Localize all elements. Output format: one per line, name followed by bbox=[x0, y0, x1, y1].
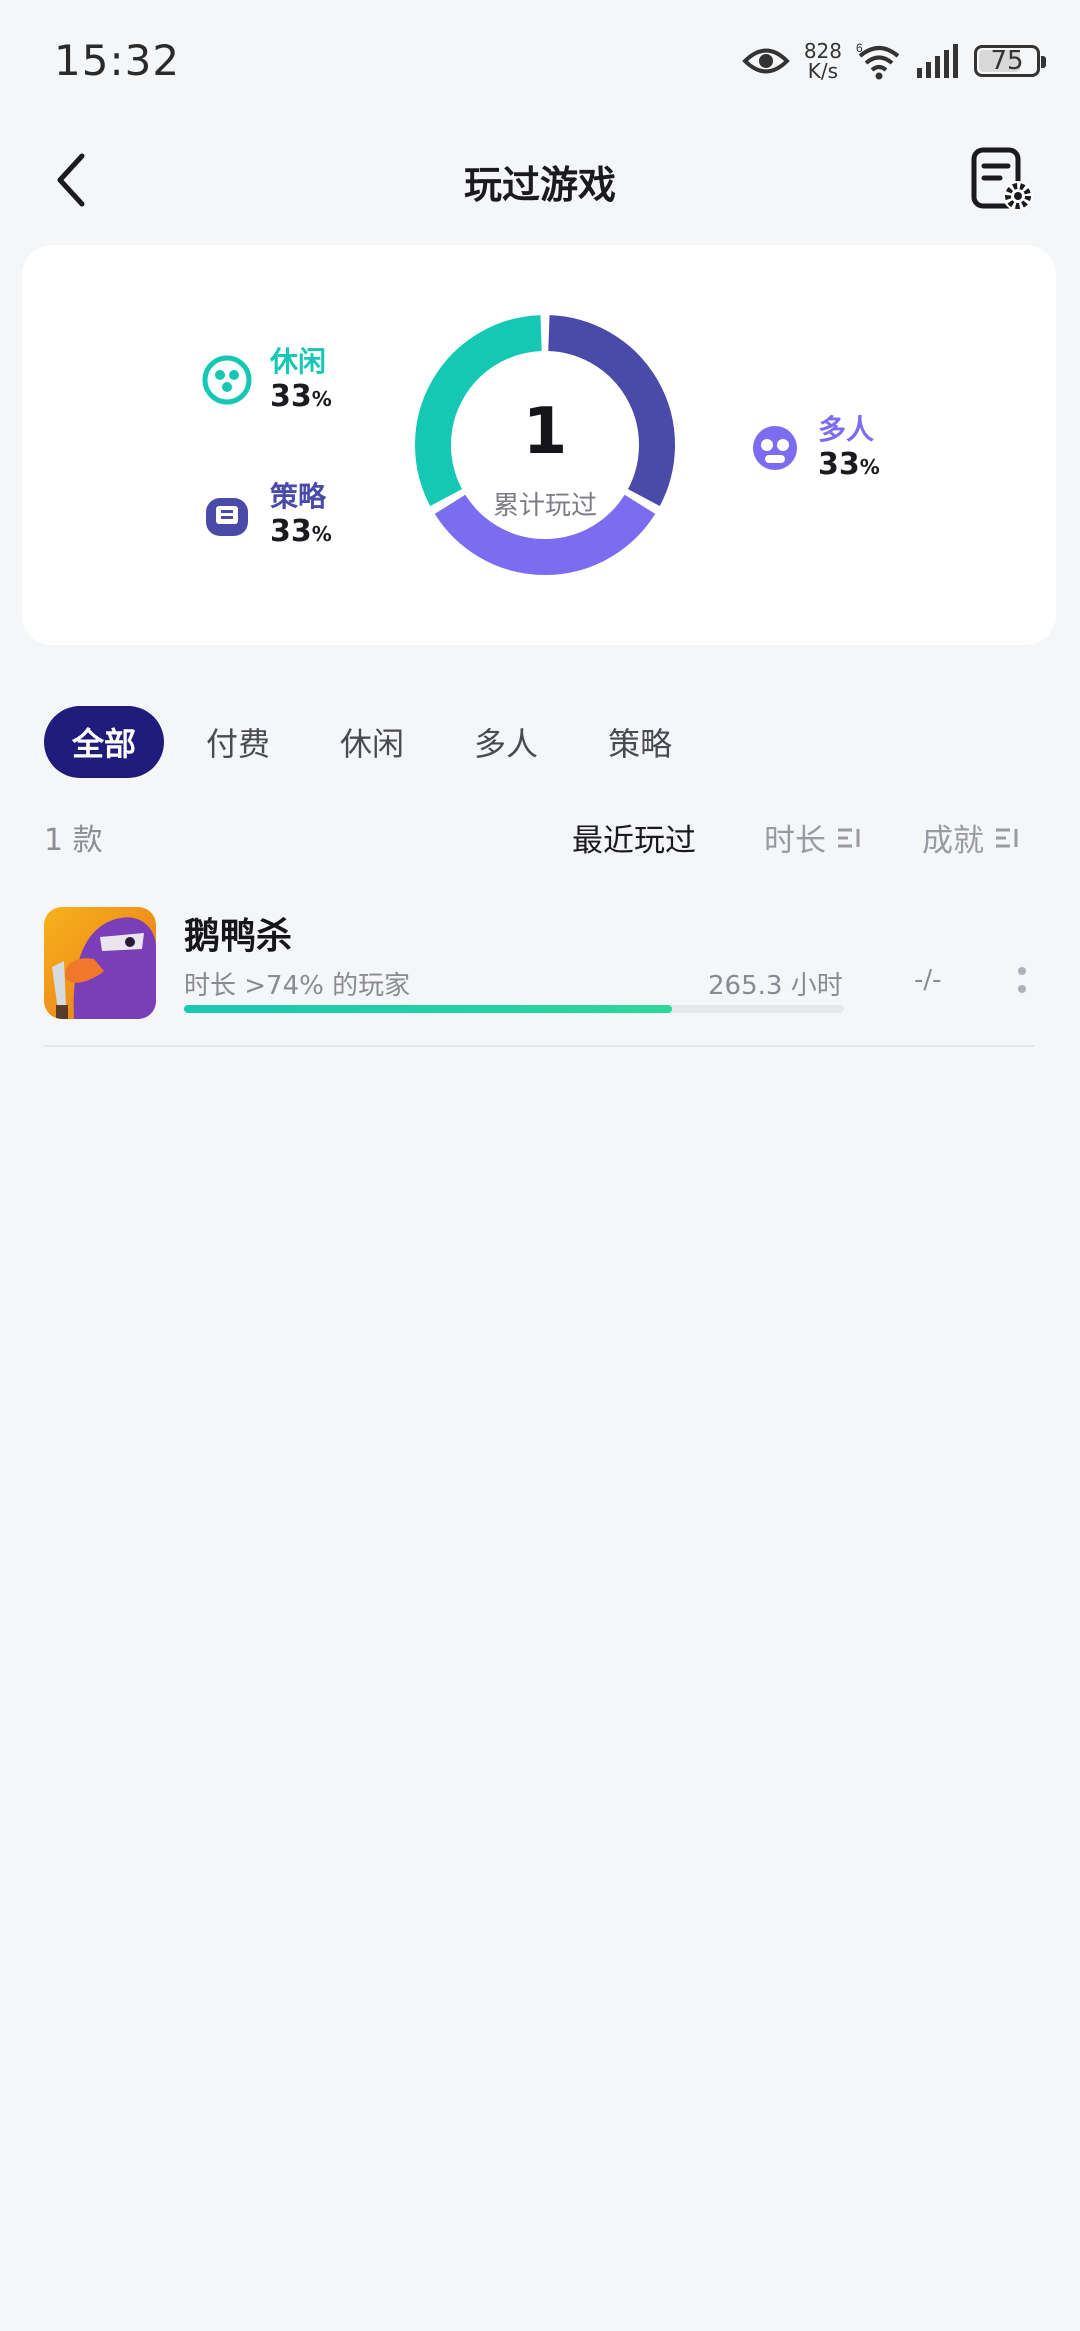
category-donut-chart: 1 累计玩过 bbox=[400, 300, 690, 590]
sort-order-icon bbox=[838, 828, 860, 847]
status-bar: 15:32 828 K/s 6 75 bbox=[0, 0, 1080, 120]
legend-multiplayer: 多人 33% bbox=[750, 413, 880, 485]
sort-recent-label: 最近玩过 bbox=[572, 823, 696, 859]
tab-multiplayer[interactable]: 多人 bbox=[446, 706, 566, 778]
duration-progress-fill bbox=[184, 1005, 673, 1013]
strategy-icon bbox=[206, 498, 248, 536]
more-options-icon[interactable] bbox=[1016, 965, 1028, 1005]
legend-strategy-name: 策略 bbox=[270, 480, 327, 513]
signal-icon bbox=[917, 44, 958, 78]
svg-text:6: 6 bbox=[856, 42, 863, 55]
list-divider bbox=[44, 1045, 1034, 1047]
status-icons: 828 K/s 6 75 bbox=[741, 36, 1046, 86]
sort-recent[interactable]: 最近玩过 bbox=[572, 815, 696, 860]
game-row[interactable]: 鹅鸭杀 时长 >74% 的玩家 265.3 小时 -/- bbox=[44, 905, 1034, 1045]
total-played-count: 1 bbox=[522, 395, 568, 469]
legend-multiplayer-name: 多人 bbox=[818, 413, 875, 446]
status-time: 15:32 bbox=[54, 36, 181, 85]
summary-card: 休闲 33% 策略 33% 多人 33% 1 累计玩过 bbox=[22, 245, 1056, 645]
wifi-icon: 6 bbox=[856, 42, 900, 80]
battery-icon: 75 bbox=[974, 45, 1046, 77]
list-settings-icon[interactable] bbox=[968, 146, 1038, 216]
tab-all[interactable]: 全部 bbox=[44, 706, 165, 778]
legend-strategy: 策略 33% bbox=[202, 480, 332, 552]
battery-level: 75 bbox=[990, 46, 1024, 76]
game-icon bbox=[44, 907, 156, 1019]
tab-paid[interactable]: 付费 bbox=[178, 706, 298, 778]
sort-duration-label: 时长 bbox=[764, 823, 826, 859]
sort-duration[interactable]: 时长 bbox=[764, 815, 862, 860]
game-count: 1 款 bbox=[44, 823, 103, 858]
game-duration-rank: 时长 >74% 的玩家 bbox=[184, 971, 411, 1001]
eye-icon bbox=[741, 48, 790, 74]
category-tabs: 全部 付费 休闲 多人 策略 bbox=[44, 705, 700, 779]
legend-casual-pct: 33% bbox=[270, 379, 332, 414]
game-hours: 265.3 小时 bbox=[708, 971, 843, 1001]
legend-casual-name: 休闲 bbox=[270, 345, 327, 378]
legend-multiplayer-pct: 33% bbox=[818, 447, 880, 482]
net-speed: 828 K/s bbox=[803, 39, 842, 83]
tab-casual[interactable]: 休闲 bbox=[312, 706, 432, 778]
sort-order-icon bbox=[996, 828, 1018, 847]
game-name: 鹅鸭杀 bbox=[184, 916, 293, 957]
legend-casual: 休闲 33% bbox=[202, 345, 332, 417]
sort-achievement[interactable]: 成就 bbox=[922, 815, 1020, 860]
tab-strategy[interactable]: 策略 bbox=[580, 706, 700, 778]
total-played-label: 累计玩过 bbox=[492, 491, 597, 521]
app-header: 玩过游戏 bbox=[0, 120, 1080, 240]
game-achievements: -/- bbox=[914, 965, 942, 995]
sort-achievement-label: 成就 bbox=[922, 823, 984, 859]
page-title: 玩过游戏 bbox=[463, 163, 616, 207]
legend-strategy-pct: 33% bbox=[270, 514, 332, 549]
duration-progress-bar bbox=[184, 1005, 844, 1013]
casual-icon bbox=[202, 355, 252, 405]
multiplayer-icon bbox=[753, 426, 797, 470]
